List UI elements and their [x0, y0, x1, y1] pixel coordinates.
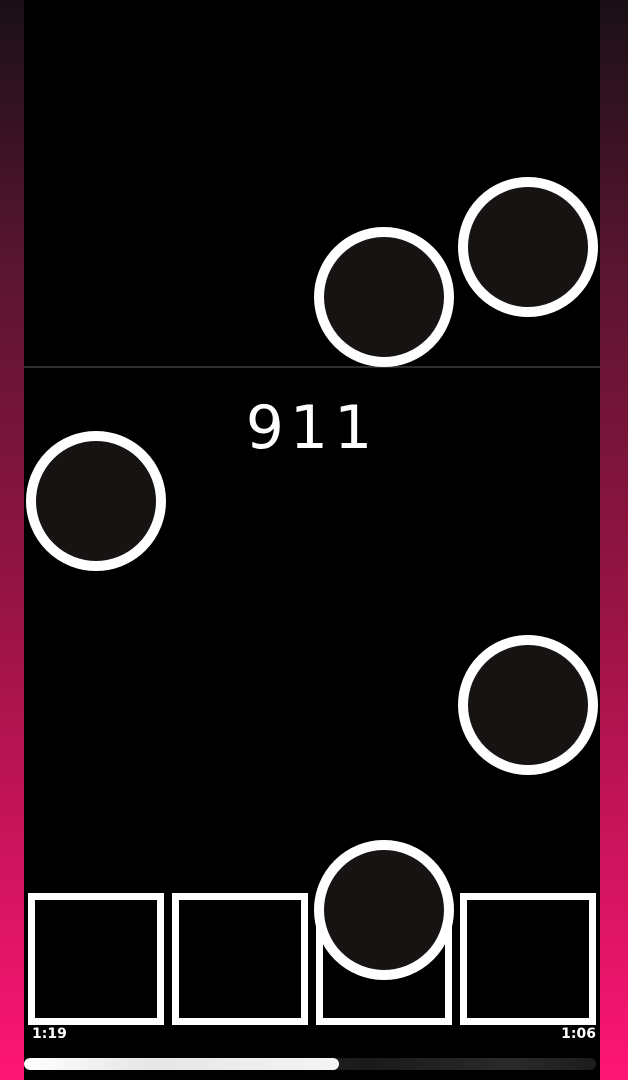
song-progress-bar[interactable]	[24, 1058, 596, 1070]
time-remaining: 1:06	[561, 1026, 596, 1042]
note-circle[interactable]	[314, 840, 454, 980]
lane-key-2[interactable]	[172, 893, 308, 1025]
time-elapsed: 1:19	[32, 1026, 67, 1042]
note-circle[interactable]	[458, 635, 598, 775]
song-progress-fill	[24, 1058, 339, 1070]
judgement-line	[24, 366, 600, 368]
right-side-gradient-bar	[600, 0, 628, 1080]
lane-key-1[interactable]	[28, 893, 164, 1025]
note-circle[interactable]	[26, 431, 166, 571]
note-circle[interactable]	[458, 177, 598, 317]
left-side-gradient-bar	[0, 0, 24, 1080]
note-circle[interactable]	[314, 227, 454, 367]
lane-key-4[interactable]	[460, 893, 596, 1025]
game-stage: 911 1:19 1:06	[0, 0, 628, 1080]
